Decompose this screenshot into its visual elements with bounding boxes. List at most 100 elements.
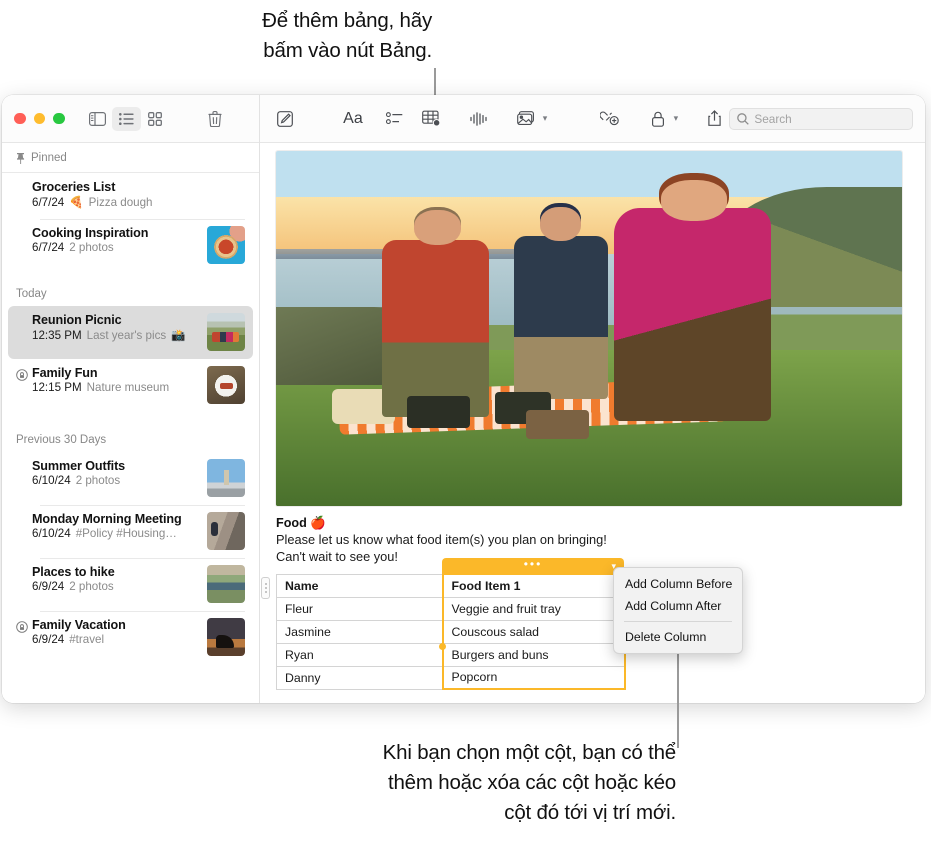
sidebar-toggle-icon[interactable] [83,107,112,131]
note-title: Family Vacation [32,618,199,632]
note-thumbnail [207,512,245,550]
table-cell[interactable]: Jasmine [277,620,443,643]
checklist-icon[interactable] [379,106,409,132]
note-emoji: 📸 [171,328,185,342]
gallery-view-icon[interactable] [141,107,170,131]
column-context-menu[interactable]: Add Column Before Add Column After Delet… [613,567,743,654]
locked-note-icon [16,369,28,381]
divider [40,219,245,220]
note-thumbnail [207,459,245,497]
note-thumbnail [207,313,245,351]
sidebar-toolbar [2,95,259,143]
column-selection-bar[interactable]: ••• ▾ [442,558,624,574]
note-title: Groceries List [32,180,245,194]
list-item[interactable]: Summer Outfits 6/10/24 2 photos [8,452,253,505]
callout-bottom-line [677,645,679,748]
section-label: Today [16,288,47,300]
minimize-window-button[interactable] [34,113,46,125]
note-preview: 2 photos [76,474,120,487]
note-title: Cooking Inspiration [32,226,199,240]
note-date: 6/7/24 [32,241,64,254]
table-cell[interactable]: Veggie and fruit tray [443,597,625,620]
note-thumbnail [207,565,245,603]
note-preview: Last year's pics [87,329,167,342]
note-title: Reunion Picnic [32,313,199,327]
table-cell[interactable]: Fleur [277,597,443,620]
note-date: 6/7/24 [32,196,64,209]
link-icon[interactable] [595,106,625,132]
picnic-photo[interactable] [276,151,902,506]
note-thumbnail [207,618,245,656]
list-item[interactable]: Monday Morning Meeting 6/10/24 #Policy #… [8,505,253,558]
table-row: Name Food Item 1 [277,574,625,597]
table-icon[interactable] [416,106,446,132]
note-title: Family Fun [32,366,199,380]
note-line-1: Please let us know what food item(s) you… [276,531,911,548]
list-item[interactable]: Cooking Inspiration 6/7/24 2 photos [8,219,253,272]
table-cell[interactable]: Popcorn [443,666,625,689]
note-title: Places to hike [32,565,199,579]
note-date: 12:15 PM [32,381,82,394]
share-icon[interactable] [699,106,729,132]
list-item-selected[interactable]: Reunion Picnic 12:35 PM Last year's pics… [8,306,253,359]
locked-note-icon [16,621,28,633]
section-header-pinned: Pinned [2,143,259,173]
note-preview: Nature museum [87,381,169,394]
note-date: 6/10/24 [32,474,71,487]
search-input[interactable]: Search [729,108,913,130]
list-item[interactable]: Family Vacation 6/9/24 #travel [8,611,253,664]
list-item[interactable]: Family Fun 12:15 PM Nature museum [8,359,253,412]
note-emoji: 🍕 [69,195,83,209]
note-title: Monday Morning Meeting [32,512,199,526]
table-row: Fleur Veggie and fruit tray [277,597,625,620]
chevron-down-icon[interactable]: ▾ [674,113,679,124]
lock-icon[interactable] [643,106,673,132]
audio-icon[interactable] [464,106,494,132]
list-view-icon[interactable] [112,107,141,131]
chevron-down-icon[interactable]: ▾ [543,113,548,124]
search-placeholder: Search [754,112,791,126]
menu-item-add-column-before[interactable]: Add Column Before [614,573,742,595]
section-header-previous-30-days: Previous 30 Days [2,412,259,452]
menu-item-delete-column[interactable]: Delete Column [614,626,742,648]
note-toolbar: Aa [260,95,925,143]
note-date: 12:35 PM [32,329,82,342]
note-preview: Pizza dough [89,196,153,209]
note-date: 6/9/24 [32,633,64,646]
note-preview: #travel [69,633,104,646]
compose-icon[interactable] [270,106,300,132]
list-item[interactable]: Groceries List 6/7/24 🍕 Pizza dough [8,173,253,219]
table: Name Food Item 1 Fleur Veggie and fruit … [276,573,626,690]
table-cell[interactable]: Ryan [277,643,443,666]
notes-list[interactable]: Pinned Groceries List 6/7/24 🍕 Pizza dou… [2,143,259,703]
table-cell[interactable]: Name [277,574,443,597]
menu-divider [624,621,732,622]
note-date: 6/9/24 [32,580,64,593]
note-title: Summer Outfits [32,459,199,473]
close-window-button[interactable] [14,113,26,125]
note-preview: 2 photos [69,580,113,593]
table-cell[interactable]: Burgers and buns [443,643,625,666]
zoom-window-button[interactable] [53,113,65,125]
note-thumbnail [207,226,245,264]
divider [40,505,245,506]
column-menu-dots[interactable]: ••• [524,558,543,570]
section-label: Pinned [31,152,67,164]
row-handle[interactable] [261,577,270,599]
note-date: 6/10/24 [32,527,71,540]
divider [40,558,245,559]
note-content[interactable]: Food 🍎 Please let us know what food item… [260,143,925,703]
table-cell[interactable]: Couscous salad [443,620,625,643]
delete-note-icon[interactable] [200,107,229,131]
media-icon[interactable] [512,106,542,132]
list-item[interactable]: Places to hike 6/9/24 2 photos [8,558,253,611]
table-row: Jasmine Couscous salad [277,620,625,643]
note-table[interactable]: ••• ▾ Name Food Item 1 Fleur Veggie and … [276,573,624,690]
table-cell[interactable]: Food Item 1 [443,574,625,597]
menu-item-add-column-after[interactable]: Add Column After [614,595,742,617]
table-cell[interactable]: Danny [277,666,443,689]
format-icon[interactable]: Aa [334,106,373,132]
note-thumbnail [207,366,245,404]
sidebar: Pinned Groceries List 6/7/24 🍕 Pizza dou… [2,95,260,703]
table-row: Ryan Burgers and buns [277,643,625,666]
